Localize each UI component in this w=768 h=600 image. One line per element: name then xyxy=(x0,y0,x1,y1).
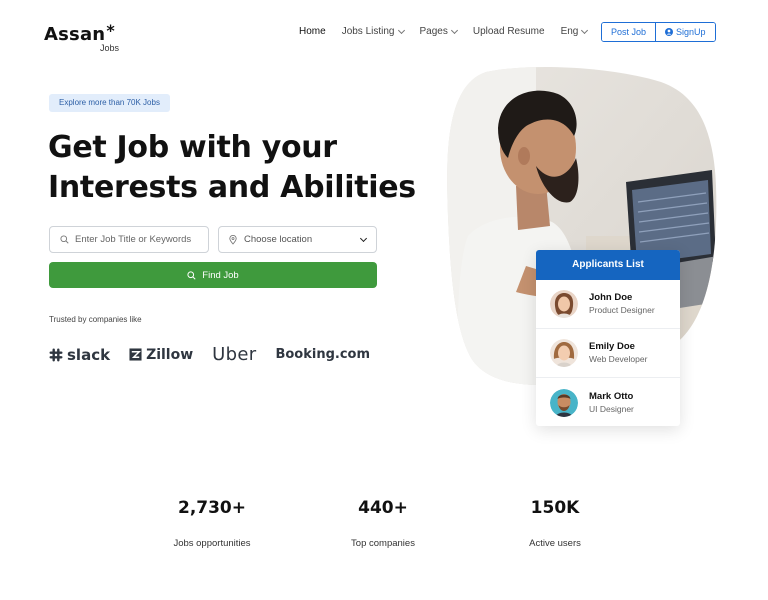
nav-item-label: Pages xyxy=(419,26,448,37)
applicant-row[interactable]: Emily Doe Web Developer xyxy=(536,329,680,378)
nav-item-upload-resume[interactable]: Upload Resume xyxy=(473,26,545,37)
location-pin-icon xyxy=(229,234,237,245)
booking-logo: Booking.com xyxy=(275,347,370,362)
search-icon xyxy=(60,235,69,244)
brand-star: * xyxy=(106,21,115,40)
uber-logo-text: Uber xyxy=(212,344,257,365)
brand-logo[interactable]: Assan* Jobs xyxy=(44,21,119,53)
post-job-button[interactable]: Post Job xyxy=(602,23,657,41)
signup-button[interactable]: SignUp xyxy=(656,23,715,41)
job-search-input[interactable]: Enter Job Title or Keywords xyxy=(49,226,209,253)
zillow-logo: Zillow xyxy=(129,347,193,363)
hero-title-line-1: Get Job with your xyxy=(48,130,337,165)
nav-item-label: Eng xyxy=(560,26,579,37)
brand-subtitle: Jobs xyxy=(100,43,120,53)
avatar xyxy=(550,290,578,318)
location-select[interactable]: Choose location xyxy=(218,226,377,253)
applicant-name: John Doe xyxy=(589,292,633,303)
applicant-role: UI Designer xyxy=(589,403,634,414)
applicant-info: John Doe Product Designer xyxy=(589,292,655,316)
zillow-logo-text: Zillow xyxy=(146,346,194,363)
hero-title-line-2: Interests and Abilities xyxy=(48,170,416,205)
applicant-info: Emily Doe Web Developer xyxy=(589,341,647,365)
booking-logo-text: Booking.com xyxy=(275,347,371,362)
jobs-count-badge: Explore more than 70K Jobs xyxy=(49,94,170,112)
nav-item-jobs-listing[interactable]: Jobs Listing xyxy=(341,26,405,37)
chevron-down-icon xyxy=(450,26,458,34)
hero-title: Get Job with your Interests and Abilitie… xyxy=(48,128,428,208)
chevron-down-icon xyxy=(359,234,368,243)
nav-item-label: Jobs Listing xyxy=(341,26,395,37)
applicant-role: Web Developer xyxy=(589,354,648,364)
nav-item-label: Upload Resume xyxy=(472,26,545,37)
search-icon xyxy=(187,270,196,280)
chevron-down-icon xyxy=(581,26,589,34)
stat-value: 2,730+ xyxy=(177,498,247,518)
company-logos: slack Zillow Uber Booking.com xyxy=(49,344,389,365)
stat-jobs: 2,730+ Jobs opportunities xyxy=(142,498,282,549)
applicant-info: Mark Otto UI Designer xyxy=(589,391,634,415)
user-icon xyxy=(665,28,674,36)
nav-item-pages[interactable]: Pages xyxy=(419,26,458,37)
avatar xyxy=(550,388,578,417)
chevron-down-icon xyxy=(397,26,405,34)
zillow-icon xyxy=(129,348,142,361)
applicant-name: Mark Otto xyxy=(589,390,634,402)
uber-logo: Uber xyxy=(212,344,256,365)
job-search-placeholder: Enter Job Title or Keywords xyxy=(75,234,192,245)
stat-label: Jobs opportunities xyxy=(173,538,251,549)
find-job-label: Find Job xyxy=(202,269,239,281)
slack-logo-text: slack xyxy=(67,345,111,364)
nav-item-language[interactable]: Eng xyxy=(560,26,589,37)
brand-name: Assan xyxy=(44,24,106,45)
stat-users: 150K Active users xyxy=(485,498,625,549)
stat-value: 440+ xyxy=(358,498,408,518)
applicants-card: Applicants List John Doe Product Designe… xyxy=(536,250,680,426)
slack-icon xyxy=(49,348,63,361)
applicant-name: Emily Doe xyxy=(589,341,635,352)
applicant-row[interactable]: John Doe Product Designer xyxy=(536,280,680,329)
find-job-button[interactable]: Find Job xyxy=(49,262,377,288)
avatar xyxy=(550,339,578,367)
slack-logo: slack xyxy=(49,346,110,364)
stat-value: 150K xyxy=(530,498,580,518)
stat-companies: 440+ Top companies xyxy=(313,498,453,549)
nav-item-home[interactable]: Home xyxy=(299,26,326,37)
applicant-row[interactable]: Mark Otto UI Designer xyxy=(536,378,680,426)
trusted-companies-text: Trusted by companies like xyxy=(49,315,142,324)
applicants-card-title: Applicants List xyxy=(536,250,680,280)
signup-label: SignUp xyxy=(676,27,706,37)
auth-button-group: Post Job SignUp xyxy=(601,22,716,42)
main-nav: Home Jobs Listing Pages Upload Resume En… xyxy=(299,26,603,37)
stat-label: Top companies xyxy=(351,538,415,549)
location-select-value: Choose location xyxy=(244,234,313,245)
applicant-role: Product Designer xyxy=(589,305,655,315)
nav-item-label: Home xyxy=(299,26,326,37)
stat-label: Active users xyxy=(529,538,581,549)
